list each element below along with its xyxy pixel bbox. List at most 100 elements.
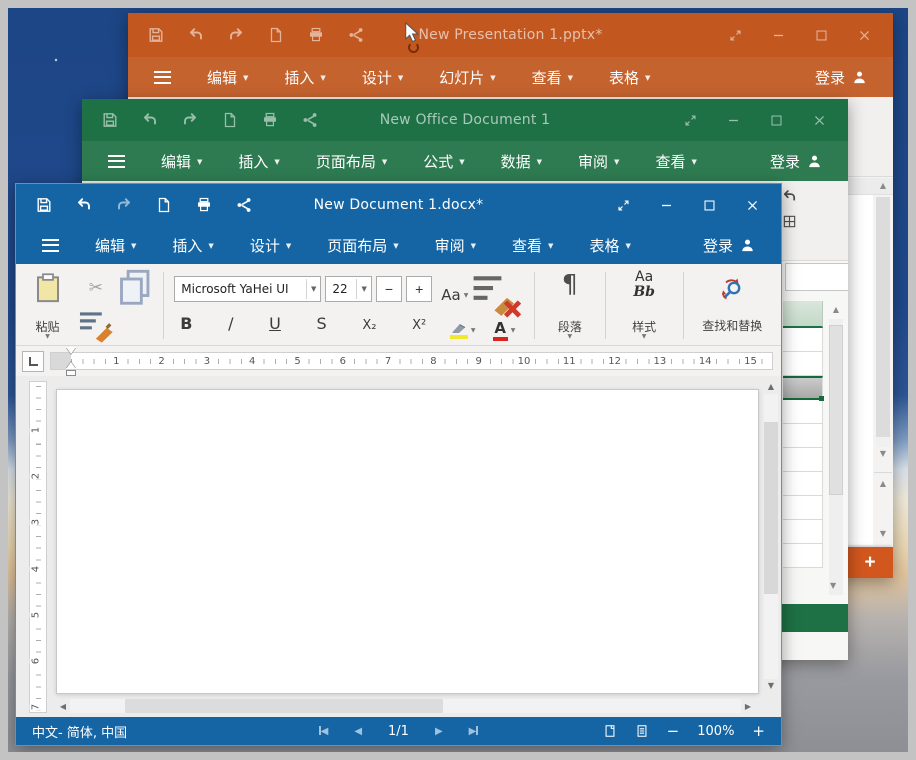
undo-icon[interactable] [142,112,158,128]
new-file-icon[interactable] [268,27,284,43]
spreadsheet-cell[interactable] [783,520,823,544]
minimize-icon[interactable] [660,199,673,212]
superscript-button[interactable]: X² [412,318,426,333]
decrease-font-button[interactable]: − [376,276,402,302]
close-icon[interactable] [858,29,871,42]
scroll-up-icon[interactable]: ▲ [874,181,892,195]
scroll-down-icon[interactable]: ▼ [874,449,892,463]
hanging-indent-marker[interactable] [66,362,76,369]
new-slide-button[interactable]: + [847,547,893,578]
strikethrough-button[interactable]: S [317,314,327,333]
print-icon[interactable] [262,112,278,128]
menu-edit[interactable]: 编辑 [95,235,136,256]
toolbar-grid-icon[interactable] [782,214,797,229]
font-color-button[interactable]: A [493,321,516,341]
cut-button[interactable]: ✂ [89,278,103,298]
share-icon[interactable] [236,197,252,213]
format-painter-button[interactable] [76,308,116,344]
menu-page-layout[interactable]: 页面布局 [316,151,387,172]
menu-insert[interactable]: 插入 [172,235,213,256]
last-page-icon[interactable]: ▶ [469,726,479,737]
change-case-button[interactable]: Aa [441,286,468,304]
menu-review[interactable]: 审阅 [578,151,619,172]
outline-view-icon[interactable] [635,724,649,738]
paste-button[interactable]: 粘贴 [24,268,71,343]
zoom-out-button[interactable]: − [667,724,680,739]
spreadsheet-cell[interactable] [783,496,823,520]
zoom-in-button[interactable]: + [752,724,765,739]
document-vertical-scrollbar[interactable]: ▲ ▼ [763,380,779,693]
login-button[interactable]: 登录 [770,151,822,172]
minimize-icon[interactable] [727,114,740,127]
save-icon[interactable] [36,197,52,213]
scroll-left-icon[interactable]: ◀ [56,702,70,711]
scroll-down-icon[interactable]: ▼ [763,679,779,693]
next-page-icon[interactable]: ▶ [435,726,443,737]
close-icon[interactable] [746,199,759,212]
spreadsheet-cell[interactable] [783,544,823,568]
menu-insert[interactable]: 插入 [238,151,279,172]
minimize-icon[interactable] [772,29,785,42]
underline-button[interactable]: U [269,314,281,333]
clear-format-button[interactable] [468,270,524,320]
scroll-up-icon[interactable]: ▲ [827,305,845,314]
menu-formulas[interactable]: 公式 [423,151,464,172]
scrollbar-thumb[interactable] [764,422,778,594]
menu-view[interactable]: 查看 [512,235,553,256]
maximize-icon[interactable] [770,114,783,127]
hamburger-menu-icon[interactable] [154,71,171,84]
menu-table[interactable]: 表格 [609,67,650,88]
tab-stop-selector[interactable] [22,351,44,372]
menu-table[interactable]: 表格 [589,235,630,256]
find-replace-button[interactable]: 查找和替换 [691,268,773,343]
previous-page-icon[interactable]: ◀ [354,726,362,737]
maximize-icon[interactable] [815,29,828,42]
formula-bar-input[interactable] [785,263,848,291]
font-family-select[interactable]: Microsoft YaHei UI [174,276,321,302]
spreadsheet-cell[interactable] [783,328,823,352]
undo-icon[interactable] [76,197,92,213]
print-icon[interactable] [196,197,212,213]
spreadsheet-cell[interactable] [783,424,823,448]
menu-view[interactable]: 查看 [532,67,573,88]
save-icon[interactable] [148,27,164,43]
spreadsheet-cell[interactable] [783,472,823,496]
scroll-right-icon[interactable]: ▶ [741,702,755,711]
scrollbar-thumb[interactable] [125,699,443,713]
menu-insert[interactable]: 插入 [284,67,325,88]
menu-design[interactable]: 设计 [250,235,291,256]
save-icon[interactable] [102,112,118,128]
selected-cell[interactable] [783,376,823,400]
scrollbar-thumb[interactable] [876,197,890,437]
hamburger-menu-icon[interactable] [42,239,59,252]
paragraph-button[interactable]: ¶ 段落 [543,268,597,343]
first-line-indent-marker[interactable] [66,347,76,354]
spreadsheet-cell[interactable] [783,400,823,424]
single-page-view-icon[interactable] [603,724,617,738]
redo-icon[interactable] [182,112,198,128]
new-file-icon[interactable] [156,197,172,213]
print-icon[interactable] [308,27,324,43]
next-slide-icon[interactable]: ▼ [874,529,892,538]
hamburger-menu-icon[interactable] [108,155,125,168]
highlight-color-button[interactable] [450,323,476,339]
copy-button[interactable] [116,268,156,308]
column-header[interactable] [783,301,823,328]
left-indent-marker[interactable] [66,370,76,376]
share-icon[interactable] [348,27,364,43]
menu-edit[interactable]: 编辑 [161,151,202,172]
previous-slide-icon[interactable]: ▲ [874,479,892,488]
fullscreen-icon[interactable] [729,29,742,42]
fill-handle[interactable] [819,396,824,401]
menu-slides[interactable]: 幻灯片 [439,67,495,88]
menu-review[interactable]: 审阅 [435,235,476,256]
fullscreen-icon[interactable] [684,114,697,127]
language-indicator[interactable]: 中文- 简体, 中国 [32,722,127,741]
bold-button[interactable]: B [180,314,192,333]
spreadsheet-cell[interactable] [783,352,823,376]
scrollbar-thumb[interactable] [829,325,843,495]
spreadsheet-vertical-scrollbar[interactable]: ▲ [827,305,845,595]
maximize-icon[interactable] [703,199,716,212]
document-page[interactable] [56,389,759,694]
login-button[interactable]: 登录 [703,235,755,256]
